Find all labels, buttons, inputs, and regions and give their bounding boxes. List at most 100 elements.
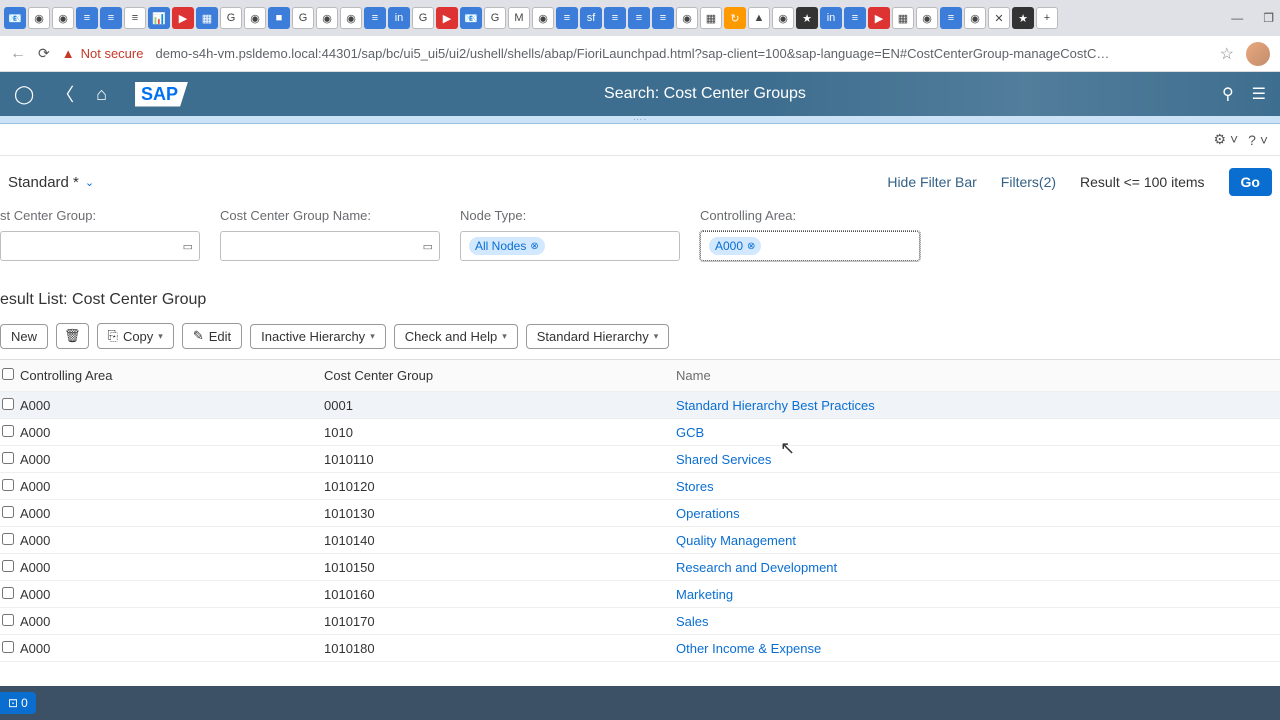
tab-icon[interactable]: ▶ bbox=[436, 7, 458, 29]
table-row[interactable]: A0001010150Research and Development bbox=[0, 554, 1280, 581]
bookmark-icon[interactable]: ☆ bbox=[1220, 44, 1234, 64]
delete-button[interactable]: 🗑 bbox=[56, 323, 89, 349]
cell-name-link[interactable]: Quality Management bbox=[676, 533, 1280, 548]
table-row[interactable]: A0001010110Shared Services bbox=[0, 446, 1280, 473]
token-remove-icon[interactable]: ⊗ bbox=[530, 241, 538, 252]
tab-icon[interactable]: 📧 bbox=[460, 7, 482, 29]
tab-icon[interactable]: ◉ bbox=[676, 7, 698, 29]
filter-token-node-type[interactable]: All Nodes ⊗ bbox=[469, 237, 545, 255]
tab-icon[interactable]: ◉ bbox=[772, 7, 794, 29]
tab-icon[interactable]: ★ bbox=[1012, 7, 1034, 29]
cell-name-link[interactable]: Marketing bbox=[676, 587, 1280, 602]
new-tab-button[interactable]: + bbox=[1036, 7, 1058, 29]
column-header-controlling-area[interactable]: Controlling Area bbox=[18, 368, 324, 383]
tab-icon[interactable]: sf bbox=[580, 7, 602, 29]
tab-icon[interactable]: M bbox=[508, 7, 530, 29]
tab-icon[interactable]: ◉ bbox=[532, 7, 554, 29]
tab-active[interactable]: ✕ bbox=[988, 7, 1010, 29]
tab-icon[interactable]: in bbox=[820, 7, 842, 29]
tab-icon[interactable]: G bbox=[292, 7, 314, 29]
hide-filter-bar-link[interactable]: Hide Filter Bar bbox=[887, 174, 976, 190]
tab-icon[interactable]: ◉ bbox=[916, 7, 938, 29]
minimize-icon[interactable]: — bbox=[1231, 11, 1243, 25]
tab-icon[interactable]: 📧 bbox=[4, 7, 26, 29]
table-row[interactable]: A0001010170Sales bbox=[0, 608, 1280, 635]
back-icon[interactable]: ← bbox=[10, 45, 26, 63]
inactive-hierarchy-button[interactable]: Inactive Hierarchy▾ bbox=[250, 324, 386, 349]
maximize-icon[interactable]: ❐ bbox=[1263, 11, 1274, 25]
tab-icon[interactable]: ▶ bbox=[868, 7, 890, 29]
check-and-help-button[interactable]: Check and Help▾ bbox=[394, 324, 518, 349]
cell-name-link[interactable]: Other Income & Expense bbox=[676, 641, 1280, 656]
tab-icon[interactable]: ≡ bbox=[604, 7, 626, 29]
tab-icon[interactable]: ★ bbox=[796, 7, 818, 29]
tab-icon[interactable]: ≡ bbox=[628, 7, 650, 29]
help-icon[interactable]: ? ˅ bbox=[1248, 132, 1268, 148]
edit-button[interactable]: ✎Edit bbox=[182, 323, 242, 349]
column-header-name[interactable]: Name bbox=[676, 368, 1280, 383]
row-checkbox[interactable] bbox=[2, 506, 14, 518]
cell-name-link[interactable]: Standard Hierarchy Best Practices bbox=[676, 398, 1280, 413]
cost-center-group-name-input[interactable]: ▭ bbox=[220, 231, 440, 261]
table-row[interactable]: A0001010140Quality Management bbox=[0, 527, 1280, 554]
table-row[interactable]: A0001010130Operations bbox=[0, 500, 1280, 527]
tab-icon[interactable]: in bbox=[388, 7, 410, 29]
security-indicator[interactable]: ▲ Not secure bbox=[62, 46, 144, 61]
table-row[interactable]: A0001010180Other Income & Expense bbox=[0, 635, 1280, 662]
row-checkbox[interactable] bbox=[2, 587, 14, 599]
select-all-checkbox[interactable] bbox=[2, 368, 14, 380]
row-checkbox[interactable] bbox=[2, 641, 14, 653]
tab-icon[interactable]: ≡ bbox=[940, 7, 962, 29]
row-checkbox[interactable] bbox=[2, 560, 14, 572]
menu-icon[interactable]: ☰ bbox=[1252, 84, 1266, 104]
tab-icon[interactable]: ≡ bbox=[844, 7, 866, 29]
reload-icon[interactable]: ⟳ bbox=[38, 45, 50, 62]
user-icon[interactable]: ◯ bbox=[14, 84, 34, 105]
copy-button[interactable]: ⎘Copy▾ bbox=[97, 323, 174, 349]
tab-icon[interactable]: ≡ bbox=[652, 7, 674, 29]
controlling-area-input[interactable]: A000 ⊗ bbox=[700, 231, 920, 261]
filter-token-controlling-area[interactable]: A000 ⊗ bbox=[709, 237, 761, 255]
cell-name-link[interactable]: Operations bbox=[676, 506, 1280, 521]
row-checkbox[interactable] bbox=[2, 533, 14, 545]
expand-collapse-handle[interactable] bbox=[0, 116, 1280, 124]
back-icon[interactable]: 〈 bbox=[56, 81, 74, 107]
home-icon[interactable]: ⌂ bbox=[96, 84, 107, 105]
row-checkbox[interactable] bbox=[2, 614, 14, 626]
tab-icon[interactable]: ▦ bbox=[892, 7, 914, 29]
tab-icon[interactable]: ◉ bbox=[316, 7, 338, 29]
tab-icon[interactable]: ▦ bbox=[196, 7, 218, 29]
standard-hierarchy-button[interactable]: Standard Hierarchy▾ bbox=[526, 324, 670, 349]
tab-icon[interactable]: ≡ bbox=[556, 7, 578, 29]
tab-icon[interactable]: ≡ bbox=[76, 7, 98, 29]
node-type-input[interactable]: All Nodes ⊗ bbox=[460, 231, 680, 261]
tab-icon[interactable]: ≡ bbox=[100, 7, 122, 29]
tab-icon[interactable]: G bbox=[220, 7, 242, 29]
cell-name-link[interactable]: Sales bbox=[676, 614, 1280, 629]
tab-icon[interactable]: ■ bbox=[268, 7, 290, 29]
tab-icon[interactable]: ◉ bbox=[964, 7, 986, 29]
settings-icon[interactable]: ⚙︎ ˅ bbox=[1214, 131, 1239, 148]
row-checkbox[interactable] bbox=[2, 452, 14, 464]
value-help-icon[interactable]: ▭ bbox=[183, 240, 193, 253]
table-row[interactable]: A0001010160Marketing bbox=[0, 581, 1280, 608]
cost-center-group-input[interactable]: ▭ bbox=[0, 231, 200, 261]
tab-icon[interactable]: ≡ bbox=[124, 7, 146, 29]
row-checkbox[interactable] bbox=[2, 425, 14, 437]
variant-selector[interactable]: Standard * ⌄ bbox=[8, 174, 94, 191]
tab-icon[interactable]: ↻ bbox=[724, 7, 746, 29]
tab-icon[interactable]: ≡ bbox=[364, 7, 386, 29]
tab-icon[interactable]: ▶ bbox=[172, 7, 194, 29]
cell-name-link[interactable]: GCB bbox=[676, 425, 1280, 440]
column-header-group[interactable]: Cost Center Group bbox=[324, 368, 676, 383]
new-button[interactable]: New bbox=[0, 324, 48, 349]
row-checkbox[interactable] bbox=[2, 479, 14, 491]
token-remove-icon[interactable]: ⊗ bbox=[747, 241, 755, 252]
tab-icon[interactable]: ▦ bbox=[700, 7, 722, 29]
cell-name-link[interactable]: Stores bbox=[676, 479, 1280, 494]
tab-icon[interactable]: G bbox=[412, 7, 434, 29]
table-row[interactable]: A0001010GCB bbox=[0, 419, 1280, 446]
tab-icon[interactable]: 📊 bbox=[148, 7, 170, 29]
cell-name-link[interactable]: Shared Services bbox=[676, 452, 1280, 467]
tab-icon[interactable]: ◉ bbox=[52, 7, 74, 29]
